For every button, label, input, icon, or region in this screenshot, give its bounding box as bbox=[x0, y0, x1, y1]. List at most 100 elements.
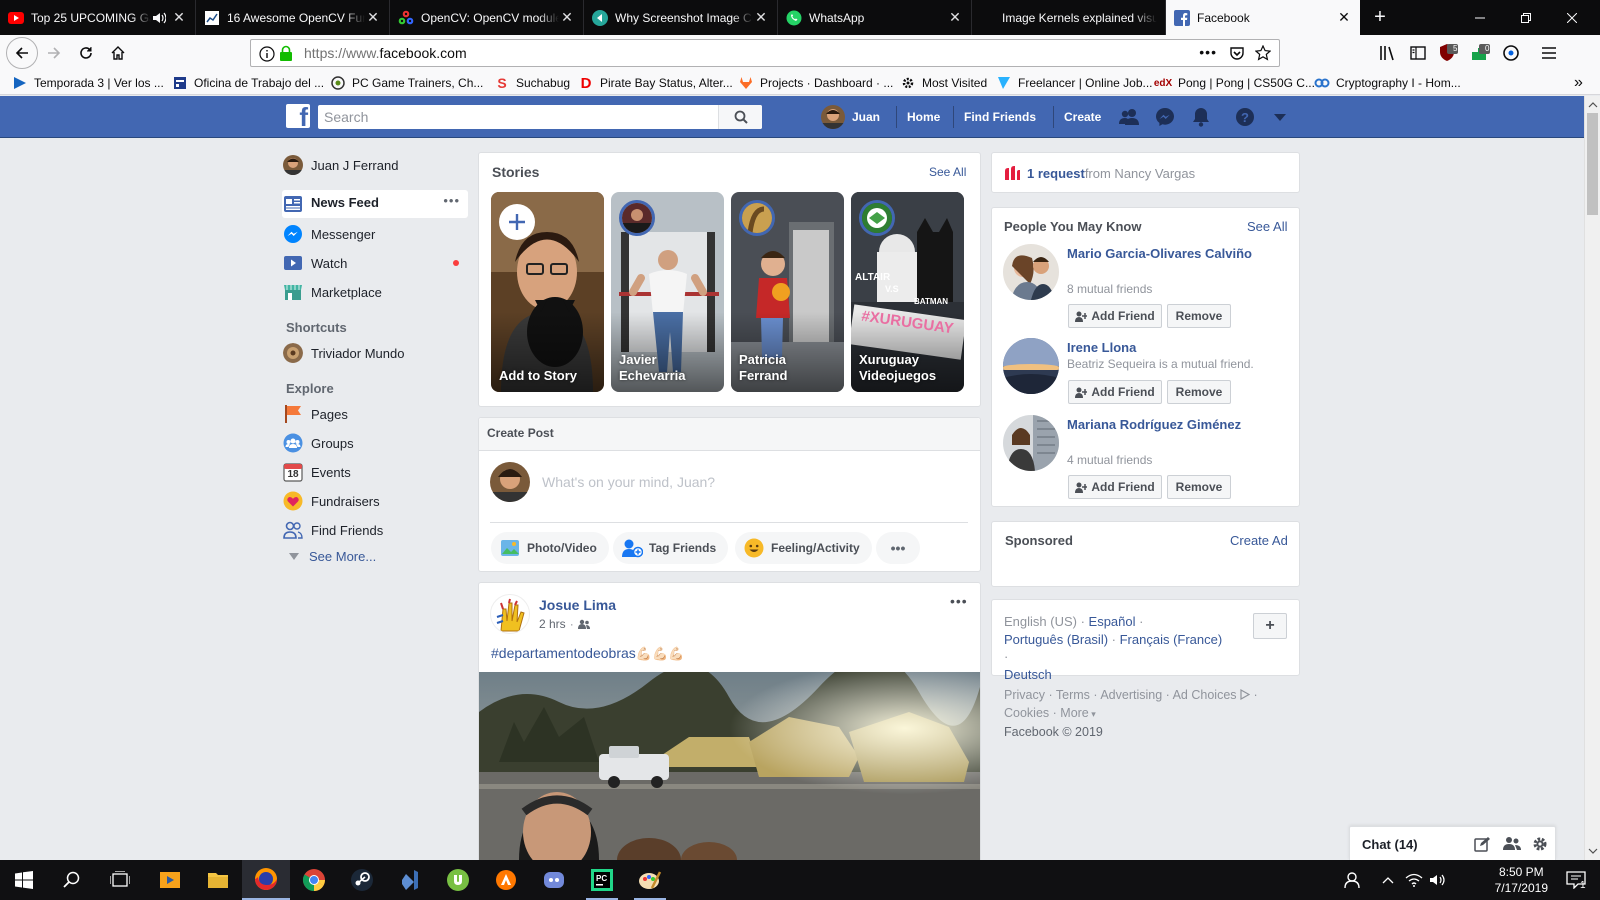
close-tab-icon[interactable]: ✕ bbox=[171, 9, 187, 26]
sidebar-item-find-friends[interactable]: Find Friends bbox=[283, 519, 383, 541]
bookmark-item[interactable]: D Pirate Bay Status, Alter... bbox=[578, 74, 733, 92]
add-friend-button[interactable]: Add Friend bbox=[1068, 475, 1162, 499]
story-patricia[interactable]: Patricia Ferrand bbox=[731, 192, 844, 392]
friends-audience-icon[interactable] bbox=[577, 619, 590, 630]
file-explorer-app[interactable] bbox=[194, 860, 242, 900]
more-bookmarks-icon[interactable]: » bbox=[1574, 74, 1583, 92]
add-friend-button[interactable]: Add Friend bbox=[1068, 304, 1162, 328]
facebook-logo[interactable]: f bbox=[286, 104, 310, 128]
add-story-button[interactable] bbox=[499, 204, 535, 240]
post-image[interactable] bbox=[479, 672, 980, 860]
reload-button[interactable] bbox=[72, 39, 100, 67]
tab-facebook[interactable]: Facebook ✕ bbox=[1166, 0, 1360, 35]
language-link[interactable]: Español bbox=[1089, 614, 1136, 629]
footer-link[interactable]: More bbox=[1060, 706, 1088, 720]
avatar[interactable] bbox=[1003, 244, 1059, 300]
person-name-link[interactable]: Mario Garcia-Olivares Calviño bbox=[1067, 245, 1257, 262]
people-icon[interactable] bbox=[1336, 860, 1368, 900]
request-count-link[interactable]: 1 request bbox=[1027, 166, 1085, 181]
bookmark-item[interactable]: edX Pong | Pong | CS50G C... bbox=[1154, 74, 1315, 92]
hashtag-link[interactable]: #departamentodeobras bbox=[491, 645, 636, 661]
sidebar-item-triviador[interactable]: Triviador Mundo bbox=[283, 342, 404, 364]
ublock-button[interactable]: 5 bbox=[1434, 39, 1462, 67]
bookmark-item[interactable]: Projects · Dashboard · ... bbox=[738, 74, 893, 92]
language-link[interactable]: Français (France) bbox=[1120, 632, 1223, 647]
wifi-icon[interactable] bbox=[1402, 860, 1426, 900]
close-tab-icon[interactable]: ✕ bbox=[1336, 9, 1352, 26]
sync-button[interactable] bbox=[1497, 39, 1525, 67]
steam-app[interactable] bbox=[338, 860, 386, 900]
add-language-button[interactable]: + bbox=[1253, 613, 1287, 639]
page-actions-icon[interactable]: ••• bbox=[1199, 44, 1217, 60]
sidebar-item-messenger[interactable]: Messenger bbox=[283, 223, 375, 245]
more-composer-options[interactable]: ••• bbox=[876, 532, 920, 564]
close-tab-icon[interactable]: ✕ bbox=[365, 9, 381, 26]
post-author[interactable]: Josue Lima bbox=[539, 597, 616, 613]
bookmark-item[interactable]: S Suchabug bbox=[494, 74, 570, 92]
scrollbar-thumb[interactable] bbox=[1587, 113, 1598, 215]
search-button[interactable] bbox=[48, 860, 96, 900]
more-options-icon[interactable]: ••• bbox=[443, 193, 460, 208]
url-text[interactable]: https://www.facebook.com bbox=[304, 45, 467, 61]
utorrent-app[interactable] bbox=[434, 860, 482, 900]
tab-screenshot-comparison[interactable]: Why Screenshot Image Comparison ✕ bbox=[584, 0, 778, 35]
language-link[interactable]: Português (Brasil) bbox=[1004, 632, 1108, 647]
story-xuruguay[interactable]: ALTAIR V.S BATMAN #XURUGUAY Xuruguay Vide… bbox=[851, 192, 964, 392]
sidebar-item-news-feed[interactable]: News Feed ••• bbox=[282, 190, 468, 218]
action-center-button[interactable]: 1 bbox=[1552, 860, 1600, 900]
search-input[interactable] bbox=[318, 105, 718, 129]
remove-button[interactable]: Remove bbox=[1167, 380, 1231, 404]
avatar[interactable] bbox=[1003, 338, 1059, 394]
sidebar-profile[interactable]: Juan J Ferrand bbox=[283, 154, 398, 176]
home-button[interactable] bbox=[104, 39, 132, 67]
close-tab-icon[interactable]: ✕ bbox=[947, 9, 963, 26]
friend-request-notice[interactable]: 1 request from Nancy Vargas bbox=[1003, 165, 1195, 181]
avast-app[interactable] bbox=[482, 860, 530, 900]
avatar[interactable] bbox=[490, 594, 530, 634]
speaker-icon[interactable] bbox=[151, 10, 167, 26]
person-name-link[interactable]: Mariana Rodríguez Giménez bbox=[1067, 416, 1257, 433]
new-tab-button[interactable]: + bbox=[1362, 0, 1398, 35]
add-friend-button[interactable]: Add Friend bbox=[1068, 380, 1162, 404]
messenger-icon[interactable] bbox=[1153, 105, 1177, 129]
sidebar-item-fundraisers[interactable]: Fundraisers bbox=[283, 490, 380, 512]
chrome-app[interactable] bbox=[290, 860, 338, 900]
tab-youtube[interactable]: Top 25 UPCOMING Games ✕ bbox=[0, 0, 196, 35]
tray-chevron-icon[interactable] bbox=[1374, 860, 1402, 900]
pymk-see-all-link[interactable]: See All bbox=[1247, 219, 1287, 234]
extension-button[interactable]: 0 bbox=[1466, 39, 1494, 67]
account-menu-icon[interactable] bbox=[1268, 105, 1292, 129]
bookmark-item[interactable]: Freelancer | Online Job... bbox=[996, 74, 1153, 92]
forward-button[interactable] bbox=[40, 39, 68, 67]
pocket-icon[interactable] bbox=[1229, 45, 1245, 61]
bookmark-item[interactable]: PC Game Trainers, Ch... bbox=[330, 74, 483, 92]
sidebar-button[interactable] bbox=[1404, 39, 1432, 67]
minimize-button[interactable] bbox=[1457, 0, 1503, 35]
friend-requests-icon[interactable] bbox=[1118, 105, 1142, 129]
tab-image-kernels[interactable]: Image Kernels explained visually bbox=[972, 0, 1166, 35]
create-link[interactable]: Create bbox=[1053, 106, 1101, 128]
info-icon[interactable] bbox=[259, 46, 275, 62]
language-link[interactable]: Deutsch bbox=[1004, 667, 1052, 682]
paint-app[interactable] bbox=[626, 860, 674, 900]
notifications-icon[interactable] bbox=[1189, 105, 1213, 129]
remove-button[interactable]: Remove bbox=[1167, 304, 1231, 328]
profile-link[interactable]: Juan bbox=[821, 96, 880, 138]
remove-button[interactable]: Remove bbox=[1167, 475, 1231, 499]
story-javier[interactable]: Javier Echevarria bbox=[611, 192, 724, 392]
create-ad-link[interactable]: Create Ad bbox=[1230, 533, 1288, 548]
sidebar-item-marketplace[interactable]: Marketplace bbox=[283, 281, 382, 303]
task-view-button[interactable] bbox=[96, 860, 144, 900]
url-bar[interactable]: https://www.facebook.com ••• bbox=[250, 39, 1280, 67]
close-tab-icon[interactable]: ✕ bbox=[559, 9, 575, 26]
stories-see-all-link[interactable]: See All bbox=[929, 165, 966, 179]
scroll-down-icon[interactable] bbox=[1585, 844, 1600, 858]
close-window-button[interactable] bbox=[1549, 0, 1595, 35]
discord-app[interactable] bbox=[530, 860, 578, 900]
tab-whatsapp[interactable]: WhatsApp ✕ bbox=[778, 0, 972, 35]
find-friends-link[interactable]: Find Friends bbox=[953, 106, 1036, 128]
start-button[interactable] bbox=[0, 860, 48, 900]
menu-button[interactable] bbox=[1535, 39, 1563, 67]
firefox-app[interactable] bbox=[242, 860, 290, 900]
avatar[interactable] bbox=[1003, 415, 1059, 471]
